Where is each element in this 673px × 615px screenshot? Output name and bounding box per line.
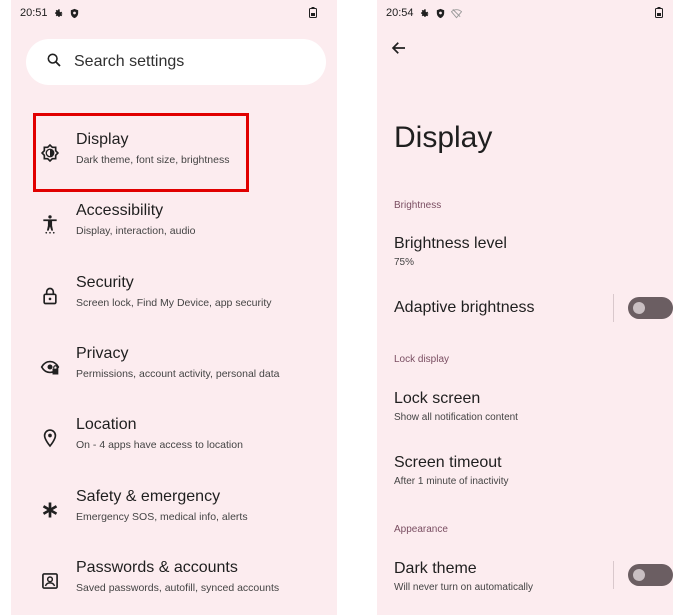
accessibility-icon [40,214,60,234]
settings-item-title: Safety & emergency [76,488,221,505]
display-settings-screen: 20:54 Display Brightness Brightness leve… [377,0,673,615]
pref-title: Lock screen [394,390,481,407]
pref-title: Adaptive brightness [394,299,535,316]
settings-item-accessibility[interactable]: Accessibility Display, interaction, audi… [11,198,337,254]
toggle-knob [633,302,645,314]
privacy-eye-icon [40,357,60,377]
lock-icon [40,286,60,306]
settings-item-subtitle: Saved passwords, autofill, synced accoun… [76,582,280,594]
search-settings-bar[interactable]: Search settings [26,39,326,85]
section-header-brightness: Brightness [394,200,442,211]
section-header-lock-display: Lock display [394,354,450,365]
display-highlight-box [33,113,249,192]
gear-icon [419,8,430,19]
settings-item-subtitle: Permissions, account activity, personal … [76,368,280,380]
section-header-appearance: Appearance [394,524,448,535]
status-bar: 20:54 [377,0,673,26]
settings-item-privacy[interactable]: Privacy Permissions, account activity, p… [11,341,337,397]
settings-item-location[interactable]: Location On - 4 apps have access to loca… [11,412,337,468]
settings-item-title: Privacy [76,345,129,362]
status-bar: 20:51 [11,0,337,26]
shield-icon [69,8,80,19]
account-box-icon [40,571,60,591]
pref-subtitle: Will never turn on automatically [394,582,533,593]
search-icon [46,52,62,73]
location-pin-icon [40,428,60,448]
divider [613,561,614,589]
settings-home-screen: 20:51 Search settings Display Dark theme… [11,0,337,615]
pref-subtitle: After 1 minute of inactivity [394,476,509,487]
pref-title: Dark theme [394,560,477,577]
settings-item-subtitle: Screen lock, Find My Device, app securit… [76,297,272,309]
asterisk-icon [40,500,60,520]
settings-item-title: Location [76,416,137,433]
battery-icon [309,7,317,18]
settings-item-safety-emergency[interactable]: Safety & emergency Emergency SOS, medica… [11,484,337,540]
dark-theme-toggle[interactable] [628,564,673,586]
page-title: Display [394,121,493,154]
settings-item-title: Accessibility [76,202,164,219]
gear-icon [53,8,64,19]
back-arrow-icon[interactable] [390,39,408,57]
pref-subtitle: Show all notification content [394,412,518,423]
settings-item-security[interactable]: Security Screen lock, Find My Device, ap… [11,270,337,326]
settings-item-subtitle: Display, interaction, audio [76,225,196,237]
settings-item-subtitle: On - 4 apps have access to location [76,439,243,451]
shield-icon [435,8,446,19]
pref-value: 75% [394,257,415,268]
divider [613,294,614,322]
battery-icon [655,7,663,18]
toggle-knob [633,569,645,581]
status-time: 20:51 [20,7,48,19]
settings-item-passwords-accounts[interactable]: Passwords & accounts Saved passwords, au… [11,555,337,611]
search-placeholder: Search settings [74,53,185,70]
settings-item-subtitle: Emergency SOS, medical info, alerts [76,511,248,523]
status-time: 20:54 [386,7,414,19]
settings-item-title: Passwords & accounts [76,559,238,576]
wifi-off-icon [450,8,462,19]
settings-item-title: Security [76,274,134,291]
pref-title: Screen timeout [394,454,502,471]
adaptive-brightness-toggle[interactable] [628,297,673,319]
pref-title: Brightness level [394,235,507,252]
